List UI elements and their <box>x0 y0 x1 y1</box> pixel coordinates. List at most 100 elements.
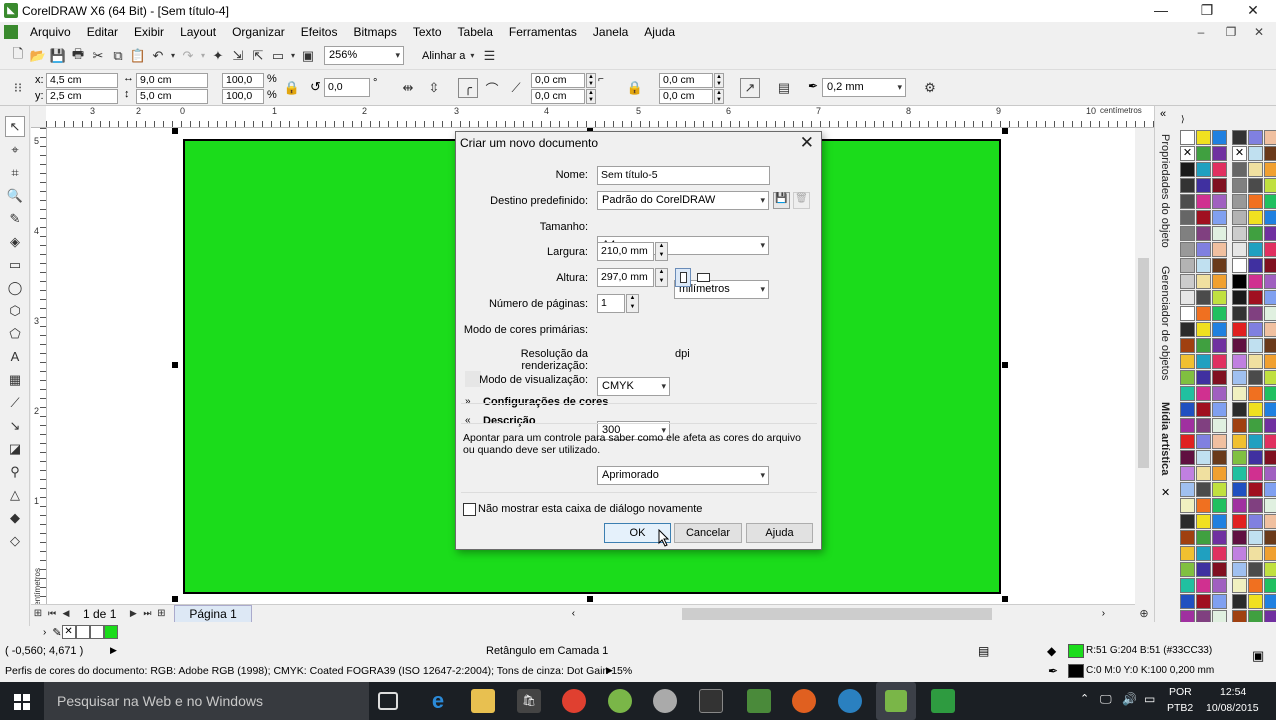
corner-spin-3[interactable]: ▲ ▼ <box>714 73 724 88</box>
color-swatch[interactable] <box>1248 194 1263 209</box>
color-swatch[interactable] <box>1212 450 1227 465</box>
color-swatch[interactable] <box>1196 290 1211 305</box>
color-swatch[interactable] <box>1180 450 1195 465</box>
blend-tool-icon[interactable]: ◪ <box>5 438 25 459</box>
scale-width-input[interactable]: 100,0 <box>222 73 264 88</box>
scroll-left-icon[interactable]: ‹ <box>572 608 582 619</box>
eyedropper-icon[interactable]: ⚲ <box>5 461 25 482</box>
profile-arrow-icon[interactable]: ▶ <box>606 665 613 676</box>
corner-radius-top-right[interactable]: 0,0 cm <box>659 73 713 88</box>
next-page-icon[interactable]: ▶ <box>126 604 140 624</box>
green-swatch[interactable] <box>103 625 118 639</box>
menu-ajuda[interactable]: Ajuda <box>644 25 675 39</box>
corner-radius-bottom-right[interactable]: 0,0 cm <box>659 89 713 104</box>
color-swatch[interactable] <box>1232 290 1247 305</box>
color-swatch[interactable] <box>1212 578 1227 593</box>
docker-close-icon[interactable]: ✕ <box>1161 486 1170 499</box>
color-swatch[interactable] <box>1180 242 1195 257</box>
tray-chevron-icon[interactable]: ⌃ <box>1080 692 1089 705</box>
selection-handle[interactable] <box>172 596 178 602</box>
color-swatch[interactable] <box>1248 146 1263 161</box>
color-swatch[interactable] <box>1248 274 1263 289</box>
description-header[interactable]: Descrição <box>483 415 536 427</box>
color-swatch[interactable] <box>1196 578 1211 593</box>
color-swatch[interactable] <box>1248 338 1263 353</box>
save-preset-icon[interactable]: 💾 <box>773 192 790 209</box>
help-button[interactable]: Ajuda <box>746 523 813 543</box>
color-swatch[interactable] <box>1232 418 1247 433</box>
rotation-input[interactable]: 0,0 <box>324 78 370 97</box>
corner-spin-1[interactable]: ▲ ▼ <box>586 73 596 88</box>
connector-tool-icon[interactable]: ↘ <box>5 415 25 436</box>
color-swatch[interactable] <box>1264 306 1276 321</box>
color-swatch[interactable] <box>1196 546 1211 561</box>
color-swatch[interactable] <box>1196 450 1211 465</box>
color-swatch[interactable] <box>1180 130 1195 145</box>
color-swatch[interactable] <box>1196 146 1211 161</box>
color-swatch[interactable] <box>1212 242 1227 257</box>
align-to-label[interactable]: Alinhar a <box>422 50 465 62</box>
color-swatch[interactable] <box>1248 466 1263 481</box>
fill-color-swatch[interactable] <box>1068 644 1084 658</box>
color-swatch[interactable] <box>1212 386 1227 401</box>
color-swatch[interactable] <box>1264 434 1276 449</box>
color-swatch[interactable] <box>1212 322 1227 337</box>
color-swatch[interactable] <box>1180 466 1195 481</box>
corner-spin-2[interactable]: ▲ ▼ <box>586 89 596 104</box>
color-swatch[interactable] <box>1264 322 1276 337</box>
menu-tabela[interactable]: Tabela <box>458 25 493 39</box>
color-swatch[interactable] <box>1196 466 1211 481</box>
color-swatch[interactable] <box>1212 178 1227 193</box>
color-swatch[interactable] <box>1212 514 1227 529</box>
color-swatch[interactable] <box>1180 370 1195 385</box>
color-swatch[interactable] <box>1248 370 1263 385</box>
color-swatch[interactable] <box>1232 498 1247 513</box>
vertical-ruler[interactable]: 5 4 3 2 1 centímetros <box>31 128 47 604</box>
color-swatch[interactable] <box>1212 354 1227 369</box>
ellipse-tool-icon[interactable]: ◯ <box>5 277 25 298</box>
preset-icon[interactable]: ⁝⁝ <box>8 78 28 98</box>
text-tool-icon[interactable]: A <box>5 346 25 367</box>
color-swatch[interactable] <box>1232 466 1247 481</box>
clock-date[interactable]: 10/08/2015 <box>1206 702 1259 714</box>
selection-handle[interactable] <box>1002 596 1008 602</box>
color-swatch[interactable] <box>1248 242 1263 257</box>
color-swatch[interactable] <box>1180 530 1195 545</box>
color-swatch[interactable] <box>1196 386 1211 401</box>
color-swatch[interactable] <box>1264 514 1276 529</box>
menu-janela[interactable]: Janela <box>593 25 628 39</box>
doc-restore-icon[interactable]: ❐ <box>1218 24 1244 40</box>
color-swatch[interactable] <box>1264 258 1276 273</box>
launch-dropdown-icon[interactable]: ▾ <box>288 46 298 66</box>
selection-handle[interactable] <box>172 128 178 134</box>
basic-shapes-icon[interactable]: ⬠ <box>5 323 25 344</box>
selection-handle[interactable] <box>1002 362 1008 368</box>
width-spinner[interactable]: ▲ ▼ <box>655 242 668 261</box>
menu-editar[interactable]: Editar <box>87 25 118 39</box>
clock-time[interactable]: 12:54 <box>1220 686 1246 698</box>
menu-organizar[interactable]: Organizar <box>232 25 285 39</box>
color-swatch[interactable] <box>1248 498 1263 513</box>
color-swatch[interactable] <box>1196 530 1211 545</box>
doc-close-icon[interactable]: ✕ <box>1246 24 1272 40</box>
export-icon[interactable]: ⇱ <box>248 46 268 66</box>
import-icon[interactable]: ⇲ <box>228 46 248 66</box>
color-swatch[interactable] <box>1212 306 1227 321</box>
color-swatch[interactable] <box>1232 322 1247 337</box>
dialog-close-button[interactable]: ✕ <box>800 133 814 153</box>
color-swatch[interactable] <box>1232 546 1247 561</box>
color-swatch[interactable] <box>1232 226 1247 241</box>
color-swatch[interactable] <box>1248 306 1263 321</box>
chamfer-corner-icon[interactable]: ⟋ <box>506 78 526 98</box>
preview-mode-select[interactable]: Aprimorado ▾ <box>597 466 769 485</box>
color-swatch[interactable] <box>1232 338 1247 353</box>
color-swatch[interactable] <box>1248 450 1263 465</box>
color-swatch[interactable] <box>1264 370 1276 385</box>
color-swatch[interactable] <box>1232 242 1247 257</box>
color-swatch[interactable] <box>1264 594 1276 609</box>
selection-handle[interactable] <box>587 596 593 602</box>
color-swatch[interactable] <box>1196 370 1211 385</box>
menu-layout[interactable]: Layout <box>180 25 216 39</box>
color-swatch[interactable] <box>1212 466 1227 481</box>
color-swatch[interactable] <box>1232 386 1247 401</box>
